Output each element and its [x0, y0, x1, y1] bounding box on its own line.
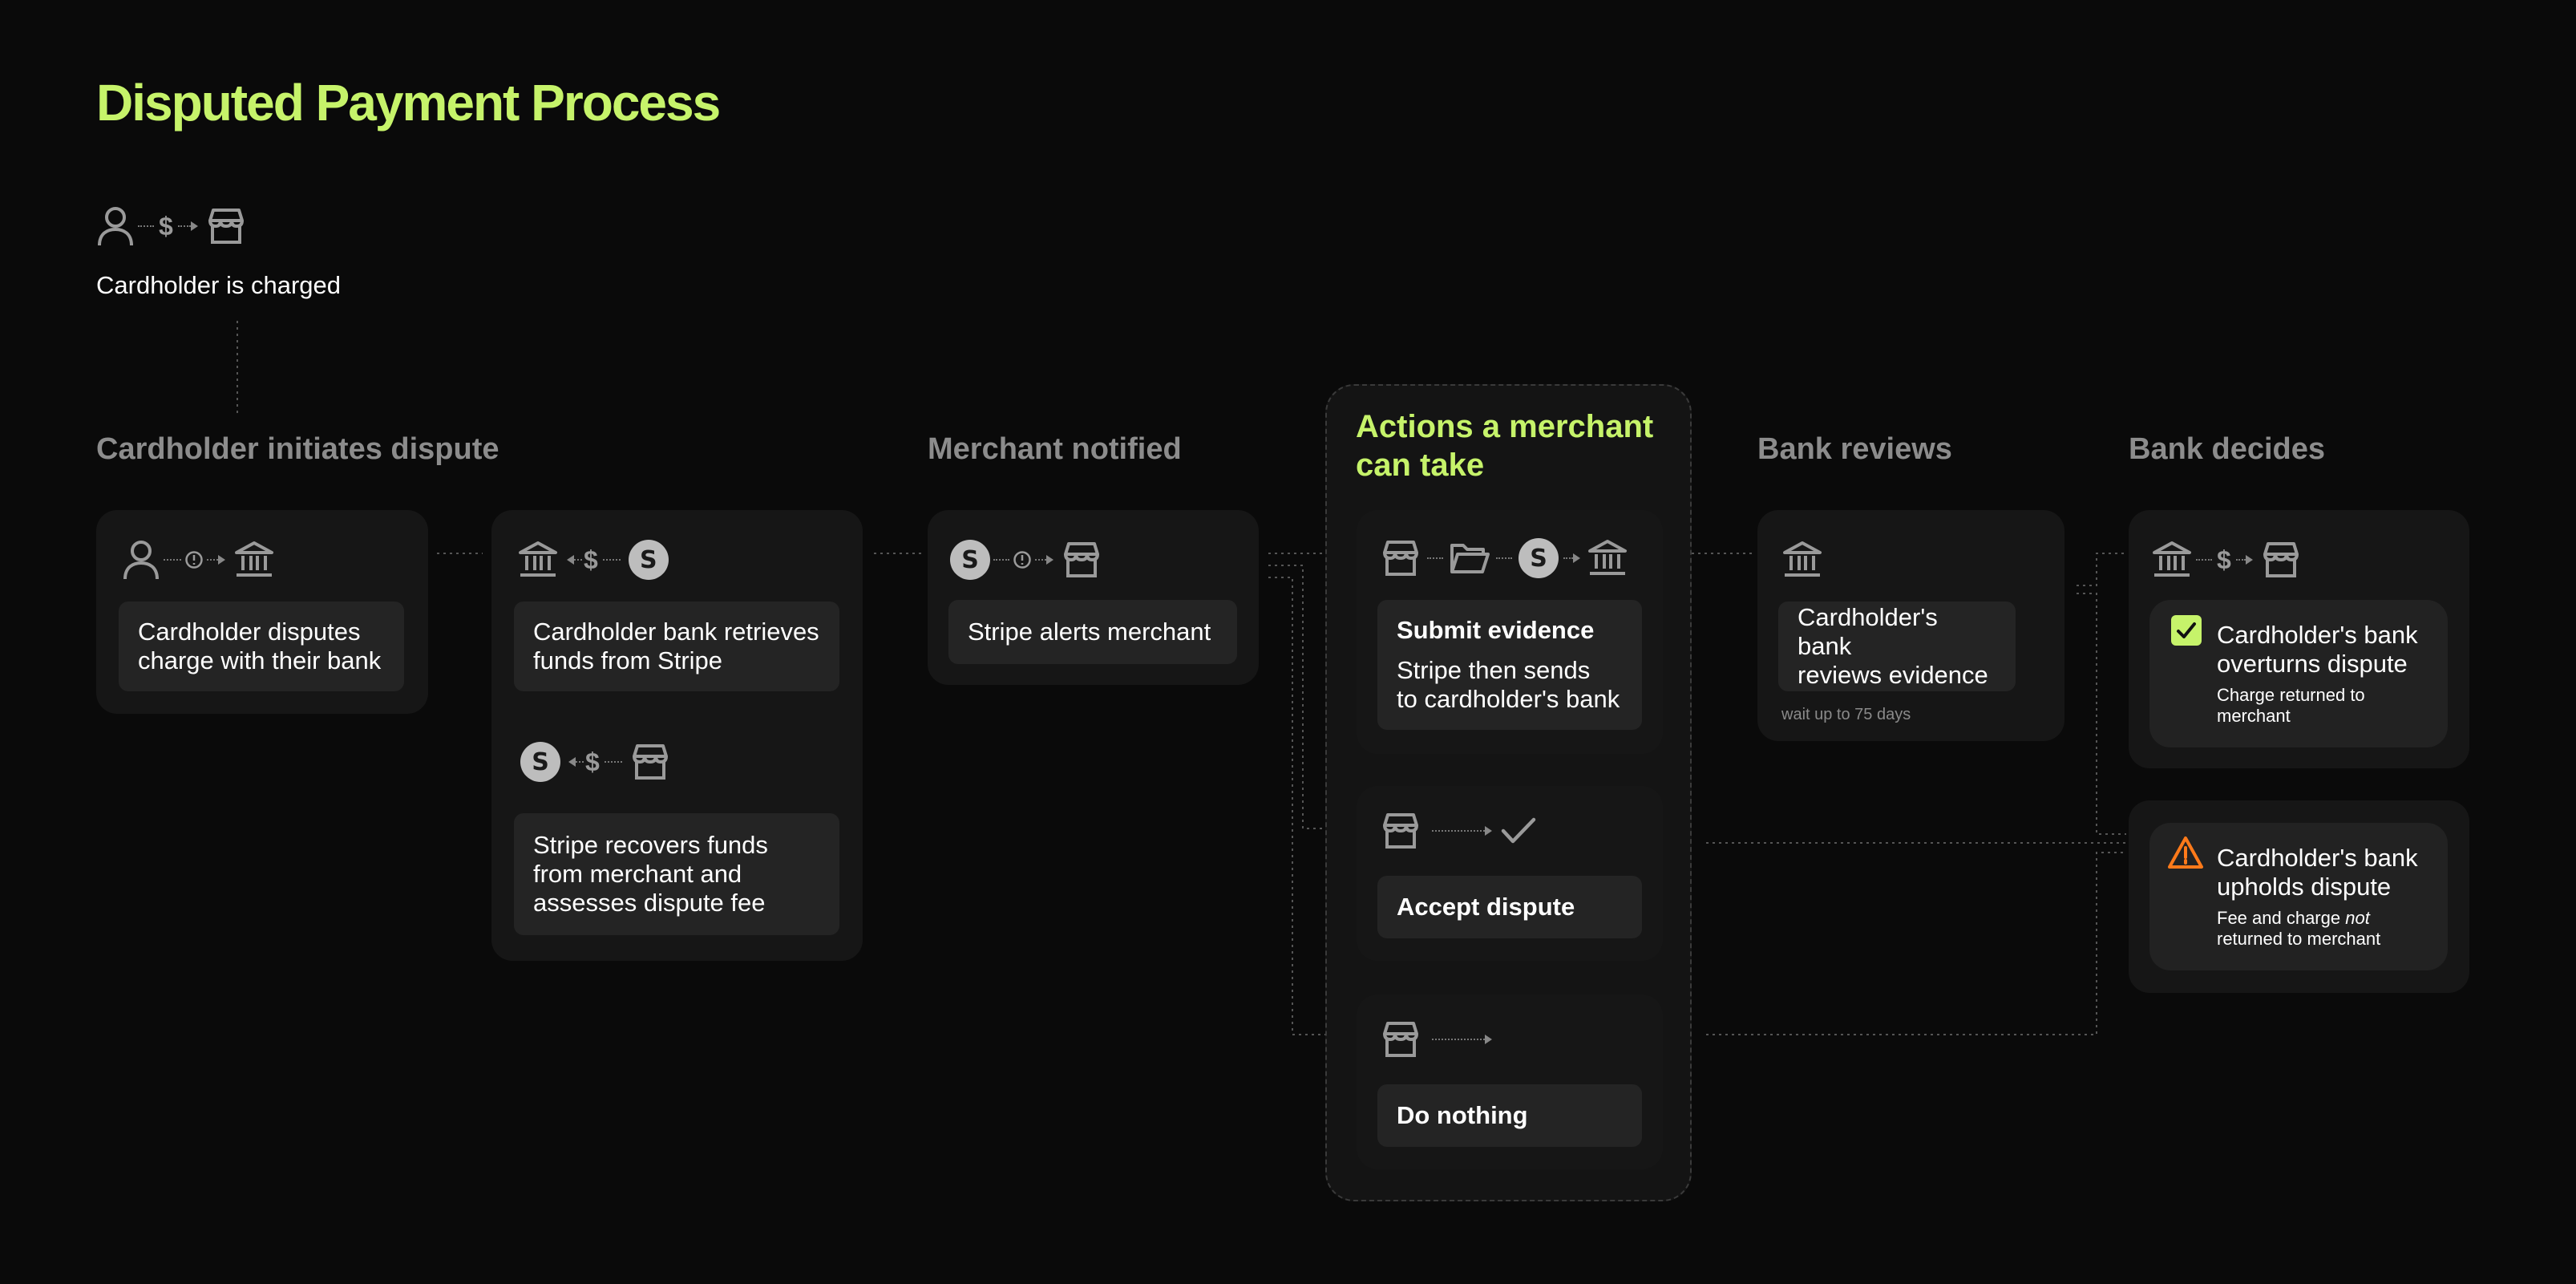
folder-icon [1450, 541, 1490, 575]
connector-nothing-to-uphold [1706, 852, 2126, 1035]
store-icon [206, 208, 246, 245]
outcome-overturn-title: Cardholder's bank overturns dispute [2217, 621, 2418, 678]
card-bank-reviews: Cardholder's bank reviews evidence wait … [1757, 510, 2064, 741]
bank-icon [233, 540, 275, 580]
outcome-uphold: Cardholder's bank upholds dispute Fee an… [2149, 823, 2448, 970]
step-text-review: Cardholder's bank reviews evidence [1798, 603, 1988, 689]
connector-review-to-uphold [2077, 593, 2126, 835]
stage-heading-initiate: Cardholder initiates dispute [96, 432, 499, 466]
store-icon [1381, 1021, 1421, 1058]
store-icon [630, 743, 670, 780]
outcome-uphold-title: Cardholder's bank upholds dispute [2217, 844, 2418, 901]
user-icon [122, 539, 160, 581]
connector-review-to-decides [2077, 553, 2126, 586]
review-wait-note: wait up to 75 days [1781, 706, 1911, 723]
option-title-do-nothing: Do nothing [1397, 1101, 1528, 1129]
check-square-icon [2170, 614, 2202, 653]
bank-icon [2151, 540, 2193, 580]
user-icon [96, 205, 135, 247]
dollar-icon: $ [2217, 545, 2231, 574]
card-funds-transfer: $ S Cardholder bank retrieves funds from… [491, 510, 863, 961]
outcome-uphold-detail: Fee and charge not returned to merchant [2217, 908, 2381, 949]
bank-icon [517, 540, 559, 580]
store-icon [1062, 541, 1102, 578]
stage-heading-decides: Bank decides [2129, 432, 2325, 466]
start-label: Cardholder is charged [96, 271, 342, 299]
card-bank-decides: $ Cardholder's bank overturns dispute Ch… [2129, 510, 2469, 768]
step-text-alerts: Stripe alerts merchant [968, 618, 1211, 646]
bank-icon [1587, 538, 1628, 578]
alert-circle-icon [184, 550, 204, 569]
dollar-icon: $ [585, 747, 600, 776]
step-text-recovers: Stripe recovers funds from merchant and … [533, 831, 768, 917]
dollar-icon: $ [584, 545, 598, 574]
option-title-submit-evidence: Submit evidence [1397, 616, 1595, 644]
option-accept-dispute[interactable]: Accept dispute [1357, 786, 1663, 961]
checkmark-icon [1500, 815, 1537, 847]
dollar-icon: $ [159, 212, 173, 241]
step-text-disputes: Cardholder disputes charge with their ba… [138, 618, 382, 674]
outcome-overturn-detail: Charge returned to merchant [2217, 685, 2365, 726]
card-merchant-notified: S Stripe alerts merchant [928, 510, 1259, 685]
store-icon [1381, 812, 1421, 849]
page-title: Disputed Payment Process [96, 74, 721, 132]
card-cardholder-disputes: Cardholder disputes charge with their ba… [96, 510, 428, 714]
alert-circle-icon [1013, 550, 1032, 569]
store-icon [2261, 541, 2301, 578]
warning-icon [2167, 836, 2204, 876]
card-bank-upholds: Cardholder's bank upholds dispute Fee an… [2129, 800, 2469, 993]
outcome-overturn: Cardholder's bank overturns dispute Char… [2149, 600, 2448, 747]
option-submit-evidence[interactable]: S Submit evidence Stripe then sends to c… [1357, 510, 1663, 754]
stripe-icon: S [950, 540, 990, 580]
stage-heading-reviews: Bank reviews [1757, 432, 1952, 466]
stage-heading-notified: Merchant notified [928, 432, 1182, 466]
option-do-nothing[interactable]: Do nothing [1357, 994, 1663, 1169]
stage-heading-actions: Actions a merchant can take [1356, 409, 1654, 483]
stripe-icon: S [520, 742, 560, 782]
stripe-icon: S [628, 540, 669, 580]
start-icons: $ [96, 204, 246, 249]
store-icon [1381, 540, 1421, 577]
bank-icon [1781, 540, 1823, 580]
step-text-retrieves: Cardholder bank retrieves funds from Str… [533, 618, 819, 674]
option-body-submit-evidence: Stripe then sends to cardholder's bank [1397, 656, 1620, 713]
option-title-accept: Accept dispute [1397, 893, 1575, 921]
stripe-icon: S [1519, 538, 1559, 578]
